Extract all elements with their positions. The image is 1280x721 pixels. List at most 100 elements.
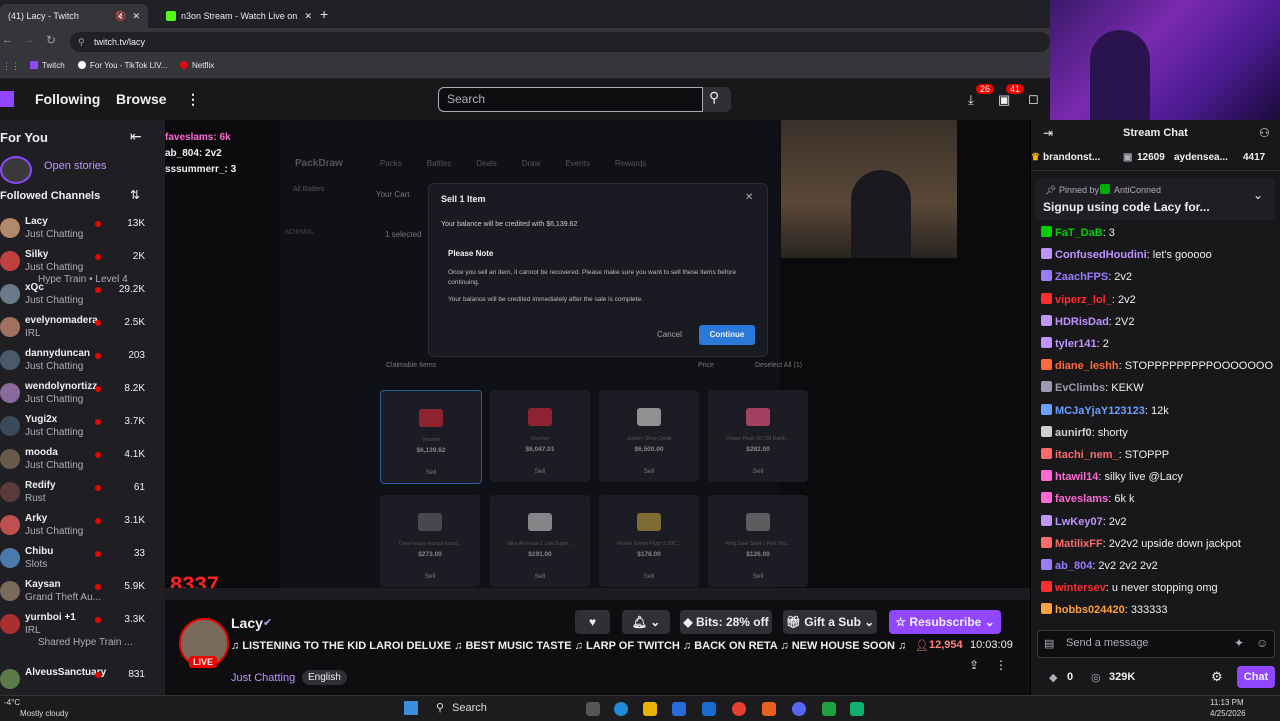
follow-button[interactable]: ♥	[575, 610, 610, 634]
chrome-icon[interactable]	[732, 702, 746, 716]
discord-icon[interactable]	[792, 702, 806, 716]
cancel-button[interactable]: Cancel	[657, 330, 682, 339]
resubscribe-button[interactable]: ☆ Resubscribe ⌄	[889, 610, 1001, 634]
close-icon[interactable]: ✕	[304, 11, 312, 22]
chat-username[interactable]: tyler141	[1055, 338, 1097, 350]
emote-icon[interactable]: ☺	[1256, 636, 1268, 650]
nav-following[interactable]: Following	[35, 91, 100, 107]
back-icon[interactable]: ←	[2, 34, 13, 46]
collapse-chat-icon[interactable]: ⇥	[1043, 126, 1053, 140]
sidebar-channel[interactable]: Arky Just Chatting 3.1K	[0, 511, 165, 544]
channel-points-icon[interactable]: ◎	[1091, 671, 1101, 684]
chat-username[interactable]: MCJaYjaY123123	[1055, 405, 1145, 417]
chat-username[interactable]: aunirf0	[1055, 427, 1092, 439]
new-tab-icon[interactable]: +	[320, 6, 328, 22]
sidebar-channel[interactable]: Kaysan Grand Theft Au... 5.9K	[0, 577, 165, 610]
pinned-message[interactable]: 📌︎ Pinned by AntiConned Signup using cod…	[1035, 178, 1275, 220]
tab-kick[interactable]: n3on Stream - Watch Live on Ki ✕	[158, 4, 320, 28]
language-tag[interactable]: English	[302, 670, 347, 685]
store-icon[interactable]	[672, 702, 686, 716]
bookmark-tiktok[interactable]: For You - TikTok LIV...	[78, 61, 168, 70]
notifications-icon[interactable]: ▣	[998, 92, 1010, 108]
site-info-icon[interactable]: ⚲	[78, 32, 85, 52]
chat-username[interactable]: FaT_DaB	[1055, 227, 1103, 239]
tab-twitch[interactable]: (41) Lacy - Twitch 🔇 ✕	[0, 4, 148, 28]
file-explorer-icon[interactable]	[643, 702, 657, 716]
task-view-icon[interactable]	[586, 702, 600, 716]
reload-icon[interactable]: ↻	[46, 33, 56, 47]
search-button[interactable]: ⚲	[703, 87, 731, 112]
chat-username[interactable]: ZaachFPS	[1055, 271, 1108, 283]
chat-username[interactable]: HDRisDad	[1055, 316, 1109, 328]
sidebar-channel[interactable]: Silky Just Chatting 2K Hype Train • Level 4	[0, 247, 165, 285]
edge-icon[interactable]	[614, 702, 628, 716]
chat-username[interactable]: LwKey07	[1055, 516, 1103, 528]
forward-icon[interactable]: →	[24, 34, 35, 46]
whispers-icon[interactable]: ◻	[1028, 91, 1039, 107]
top-gifter-name[interactable]: brandonst...	[1043, 152, 1100, 163]
sidebar-channel[interactable]: Lacy Just Chatting 13K	[0, 214, 165, 247]
more-menu-icon[interactable]: ⋮	[186, 91, 200, 108]
sidebar-channel[interactable]: xQc Just Chatting 29.2K	[0, 280, 165, 313]
sidebar-channel[interactable]: AlveusSanctuary 831	[0, 665, 165, 695]
share-icon[interactable]: ⇪	[969, 658, 979, 672]
notification-bell-button[interactable]: 🔔︎ ⌄	[622, 610, 670, 634]
search-icon[interactable]: ⚲	[436, 701, 444, 714]
sparkle-icon[interactable]: ✦	[1234, 636, 1244, 650]
chevron-down-icon[interactable]: ⌄	[1253, 188, 1263, 202]
sidebar-channel[interactable]: Redify Rust 61	[0, 478, 165, 511]
bits-button[interactable]: ◆ Bits: 28% off	[680, 610, 772, 634]
sidebar-channel[interactable]: Chibu Slots 33	[0, 544, 165, 577]
mail-icon[interactable]	[702, 702, 716, 716]
close-icon[interactable]: ✕	[132, 11, 140, 22]
sidebar-channel[interactable]: wendolynortizz Just Chatting 8.2K	[0, 379, 165, 412]
chat-username[interactable]: ab_804	[1055, 560, 1092, 572]
chat-username[interactable]: MatilixFF	[1055, 538, 1103, 550]
open-stories-link[interactable]: Open stories	[44, 160, 106, 172]
stories-avatar[interactable]	[0, 156, 32, 184]
bookmark-twitch[interactable]: Twitch	[30, 61, 65, 70]
settings-icon[interactable]: ⚙	[1211, 669, 1223, 685]
chat-send-button[interactable]: Chat	[1237, 666, 1275, 688]
more-options-icon[interactable]: ⋮	[995, 658, 1007, 672]
sidebar-channel[interactable]: dannyduncan Just Chatting 203	[0, 346, 165, 379]
mute-icon[interactable]: 🔇	[115, 11, 126, 22]
sidebar-channel[interactable]: mooda Just Chatting 4.1K	[0, 445, 165, 478]
chat-username[interactable]: hobbs024420	[1055, 604, 1125, 616]
close-icon[interactable]: ✕	[745, 192, 753, 203]
windows-start-icon[interactable]	[404, 701, 418, 715]
collapse-sidebar-icon[interactable]: ⇤	[130, 128, 142, 145]
chat-username[interactable]: EvClimbs	[1055, 382, 1105, 394]
chat-rules-icon[interactable]: ▤	[1044, 637, 1054, 650]
continue-button[interactable]: Continue	[699, 325, 755, 345]
gift-sub-button[interactable]: 🎁︎ Gift a Sub ⌄	[783, 610, 877, 634]
chat-username[interactable]: faveslams	[1055, 493, 1108, 505]
bits-icon[interactable]: ◆	[1049, 671, 1057, 684]
chat-input[interactable]: ▤ Send a message ✦ ☺	[1037, 630, 1275, 658]
sidebar-channel[interactable]: yurnboi +1 IRL 3.3K Shared Hype Train ...	[0, 610, 165, 660]
apps-icon[interactable]: ⋮⋮	[2, 61, 20, 72]
chat-username[interactable]: ConfusedHoudini	[1055, 249, 1147, 261]
obs-icon[interactable]	[762, 702, 776, 716]
inbox-icon[interactable]: ⤓	[968, 92, 974, 108]
app-icon[interactable]	[850, 702, 864, 716]
sidebar-channel[interactable]: Yugi2x Just Chatting 3.7K	[0, 412, 165, 445]
url-field[interactable]: ⚲ twitch.tv/lacy	[70, 32, 1050, 52]
sidebar-channel[interactable]: evelynomadera IRL 2.5K	[0, 313, 165, 346]
chat-username[interactable]: diane_leshh	[1055, 360, 1119, 372]
chat-username[interactable]: htawil14	[1055, 471, 1098, 483]
sort-icon[interactable]: ⇅	[130, 188, 140, 202]
bookmark-netflix[interactable]: Netflix	[180, 61, 214, 70]
chat-username[interactable]: itachi_nem_	[1055, 449, 1119, 461]
streamer-name[interactable]: Lacy	[231, 615, 263, 631]
category-link[interactable]: Just Chatting	[231, 672, 295, 684]
users-icon[interactable]: ⚇	[1259, 126, 1270, 140]
nav-browse[interactable]: Browse	[116, 91, 167, 107]
chat-username[interactable]: wintersev	[1055, 582, 1106, 594]
top-gifter-name[interactable]: aydensea...	[1174, 152, 1228, 163]
xbox-icon[interactable]	[822, 702, 836, 716]
twitch-logo-icon[interactable]	[0, 91, 14, 107]
taskbar-search[interactable]: Search	[452, 702, 487, 714]
search-input[interactable]: Search	[438, 87, 703, 112]
chat-username[interactable]: viperz_lol_	[1055, 294, 1112, 306]
